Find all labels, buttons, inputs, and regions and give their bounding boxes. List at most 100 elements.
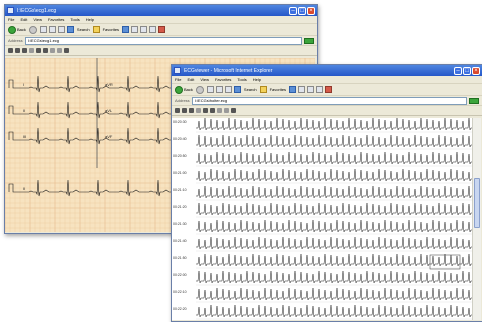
- favorites-button[interactable]: Favorites: [259, 86, 287, 93]
- menu-help[interactable]: Help: [86, 17, 94, 22]
- calipers-icon[interactable]: [57, 48, 62, 53]
- address-bar: Address I:\ECGs\holter.ecg: [172, 96, 482, 106]
- favorites-icon: [259, 86, 267, 93]
- back-button[interactable]: Back: [8, 25, 26, 34]
- history-icon[interactable]: [289, 86, 297, 93]
- scrollbar-thumb[interactable]: [474, 178, 480, 228]
- help-icon[interactable]: [64, 48, 69, 53]
- lead-label: aVR: [105, 82, 113, 87]
- forward-button[interactable]: [195, 85, 204, 94]
- lead-label: aVF: [105, 134, 113, 139]
- ecg-trace: [196, 134, 472, 148]
- menu-favorites[interactable]: Favorites: [215, 77, 231, 82]
- ecg-trace: [196, 151, 472, 165]
- event-marker[interactable]: [429, 254, 461, 270]
- back-label: Back: [184, 87, 193, 92]
- grid-icon[interactable]: [196, 108, 201, 113]
- zoom-out-icon[interactable]: [210, 108, 215, 113]
- print-icon[interactable]: [140, 26, 148, 33]
- minimize-button[interactable]: –: [289, 6, 297, 15]
- toolbar: Back Search Favorites: [5, 24, 317, 36]
- toolbar: Back Search Favorites: [172, 84, 482, 96]
- back-button[interactable]: Back: [175, 85, 193, 94]
- menu-tools[interactable]: Tools: [237, 77, 246, 82]
- menu-tools[interactable]: Tools: [70, 17, 79, 22]
- menu-view[interactable]: View: [200, 77, 209, 82]
- holter-strip-view[interactable]: 00:20:30 00:20:40 00:20:50 00:21:00 00:2…: [172, 118, 472, 320]
- zoom-in-icon[interactable]: [36, 48, 41, 53]
- mail-icon[interactable]: [131, 26, 139, 33]
- edit-icon[interactable]: [316, 86, 324, 93]
- open-icon[interactable]: [8, 48, 13, 53]
- minimize-button[interactable]: –: [454, 66, 462, 75]
- mail-icon[interactable]: [298, 86, 306, 93]
- go-button[interactable]: [469, 97, 479, 104]
- ecg-toolbar: [172, 106, 482, 116]
- search-button[interactable]: Search: [233, 86, 257, 93]
- menu-edit[interactable]: Edit: [187, 77, 194, 82]
- favorites-label: Favorites: [269, 87, 287, 92]
- strip-time-label: 00:22:00: [173, 273, 187, 277]
- save-icon[interactable]: [182, 108, 187, 113]
- history-icon[interactable]: [122, 26, 130, 33]
- open-icon[interactable]: [175, 108, 180, 113]
- rhythm-strips: [196, 118, 472, 320]
- print-icon[interactable]: [22, 48, 27, 53]
- menu-view[interactable]: View: [33, 17, 42, 22]
- lead-label: II: [23, 186, 26, 191]
- strip-time-label: 00:21:40: [173, 239, 187, 243]
- ecg-trace: [196, 253, 472, 267]
- forward-button[interactable]: [28, 25, 37, 34]
- ecg-trace: [196, 202, 472, 216]
- maximize-button[interactable]: □: [298, 6, 306, 15]
- measure-icon[interactable]: [217, 108, 222, 113]
- discuss-icon[interactable]: [325, 86, 333, 93]
- strip-time-label: 00:22:20: [173, 307, 187, 311]
- save-icon[interactable]: [15, 48, 20, 53]
- close-button[interactable]: ×: [472, 66, 480, 75]
- print-icon[interactable]: [189, 108, 194, 113]
- refresh-icon[interactable]: [48, 26, 56, 33]
- stop-icon[interactable]: [206, 86, 214, 93]
- favorites-label: Favorites: [102, 27, 120, 32]
- address-input[interactable]: I:\ECGs\ecg1.ecg: [24, 36, 302, 45]
- address-input[interactable]: I:\ECGs\holter.ecg: [191, 96, 467, 105]
- discuss-icon[interactable]: [158, 26, 166, 33]
- menu-file[interactable]: File: [175, 77, 181, 82]
- window-title: I:\ECGs\ecg1.ecg: [17, 7, 57, 14]
- favorites-button[interactable]: Favorites: [92, 26, 120, 33]
- home-icon[interactable]: [57, 26, 65, 33]
- zoom-out-icon[interactable]: [43, 48, 48, 53]
- grid-icon[interactable]: [29, 48, 34, 53]
- help-icon[interactable]: [231, 108, 236, 113]
- edit-icon[interactable]: [149, 26, 157, 33]
- home-icon[interactable]: [224, 86, 232, 93]
- refresh-icon[interactable]: [215, 86, 223, 93]
- calipers-icon[interactable]: [224, 108, 229, 113]
- measure-icon[interactable]: [50, 48, 55, 53]
- print-icon[interactable]: [307, 86, 315, 93]
- search-button[interactable]: Search: [66, 26, 90, 33]
- menu-edit[interactable]: Edit: [20, 17, 27, 22]
- zoom-in-icon[interactable]: [203, 108, 208, 113]
- menu-favorites[interactable]: Favorites: [48, 17, 64, 22]
- ecg-toolbar: [5, 46, 317, 56]
- ecg-trace: [196, 219, 472, 233]
- menu-help[interactable]: Help: [253, 77, 261, 82]
- search-icon: [233, 86, 241, 93]
- search-label: Search: [76, 27, 90, 32]
- ecg-trace: [196, 287, 472, 301]
- stop-icon[interactable]: [39, 26, 47, 33]
- strip-time-label: 00:21:10: [173, 188, 187, 192]
- address-bar: Address I:\ECGs\ecg1.ecg: [5, 36, 317, 46]
- close-button[interactable]: ×: [307, 6, 315, 15]
- strip-time-label: 00:20:30: [173, 120, 187, 124]
- vertical-scrollbar[interactable]: [472, 118, 481, 320]
- go-button[interactable]: [304, 37, 314, 44]
- maximize-button[interactable]: □: [463, 66, 471, 75]
- ecg-trace: [196, 304, 472, 318]
- address-label: Address: [175, 98, 190, 103]
- menu-file[interactable]: File: [8, 17, 14, 22]
- strip-time-label: 00:21:20: [173, 205, 187, 209]
- title-bar: I:\ECGs\ecg1.ecg – □ ×: [5, 5, 317, 16]
